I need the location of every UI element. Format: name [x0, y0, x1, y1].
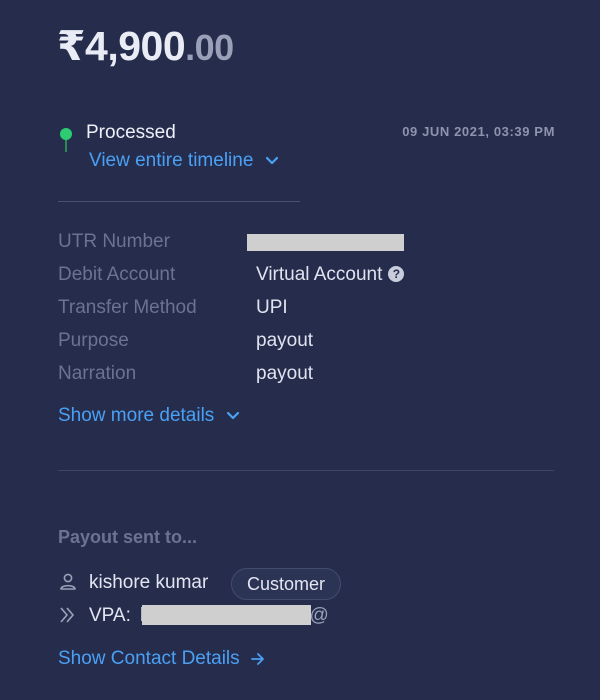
redacted-utr-value [247, 234, 404, 251]
detail-row-transfer-method: Transfer Method UPI [58, 297, 558, 330]
payout-sent-to-heading: Payout sent to... [58, 527, 198, 547]
purpose-label: Purpose [58, 330, 129, 351]
chevron-down-icon [226, 411, 239, 420]
details-list: UTR Number Debit Account Virtual Account… [58, 231, 558, 396]
status-label: Processed [86, 122, 176, 143]
status-dot-icon [60, 128, 72, 140]
detail-row-purpose: Purpose payout [58, 330, 558, 363]
status-row: Processed 09 JUN 2021, 03:39 PM [60, 121, 555, 152]
amount-main: ₹4,900 [57, 23, 186, 69]
arrow-right-icon [251, 653, 264, 665]
recipient-row: kishore kumar Customer [58, 568, 558, 600]
detail-row-narration: Narration payout [58, 363, 558, 396]
debit-account-label: Debit Account [58, 264, 176, 285]
recipient-name: kishore kumar [89, 572, 209, 593]
detail-row-debit-account: Debit Account Virtual Account? [58, 264, 558, 297]
payout-amount: ₹4,900.00 [57, 22, 234, 70]
amount-paise: .00 [185, 27, 234, 68]
chevron-down-icon [265, 156, 278, 165]
status-timestamp: 09 JUN 2021, 03:39 PM [402, 124, 555, 139]
detail-row-utr: UTR Number [58, 231, 558, 264]
show-more-details-label: Show more details [58, 405, 215, 426]
narration-value: payout [256, 363, 314, 384]
customer-badge: Customer [231, 568, 342, 600]
view-timeline-label: View entire timeline [89, 150, 254, 171]
transfer-method-value: UPI [256, 297, 288, 318]
user-icon [60, 573, 76, 590]
debit-account-text: Virtual Account [256, 264, 383, 285]
show-contact-details-link[interactable]: Show Contact Details [58, 648, 265, 670]
section-divider [58, 470, 554, 471]
purpose-value: payout [256, 330, 314, 351]
show-contact-details-label: Show Contact Details [58, 648, 240, 669]
fast-forward-icon [60, 607, 74, 623]
vpa-row: VPA: k@ [58, 603, 558, 629]
view-timeline-link[interactable]: View entire timeline [89, 150, 279, 172]
divider [58, 201, 300, 202]
vpa-label: VPA: [89, 605, 131, 626]
transfer-method-label: Transfer Method [58, 297, 197, 318]
payout-detail-panel: ₹4,900.00 Processed 09 JUN 2021, 03:39 P… [0, 0, 600, 700]
debit-account-value: Virtual Account? [256, 264, 405, 286]
vpa-suffix: @ [309, 605, 329, 626]
narration-label: Narration [58, 363, 137, 384]
redacted-vpa-value [142, 605, 311, 625]
utr-label: UTR Number [58, 231, 170, 252]
timeline-connector [65, 140, 67, 152]
help-icon[interactable]: ? [388, 266, 405, 282]
show-more-details-link[interactable]: Show more details [58, 405, 240, 427]
